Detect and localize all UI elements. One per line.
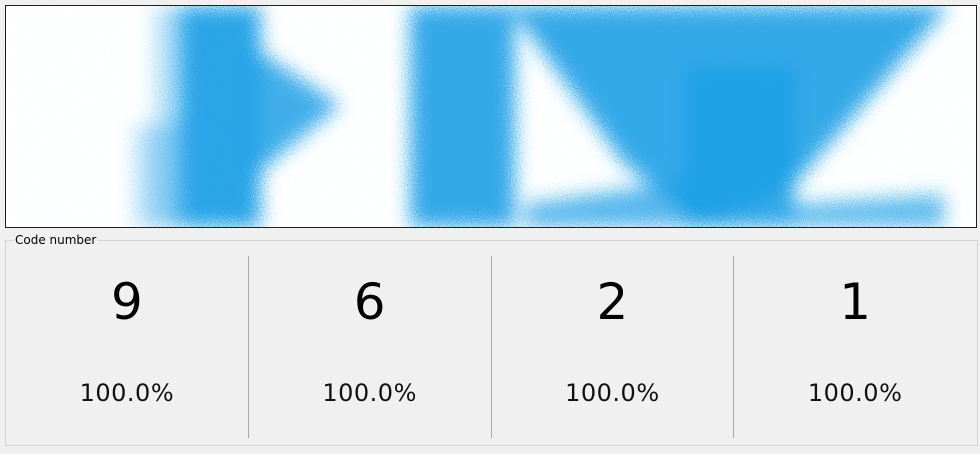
scan-picture <box>6 6 976 227</box>
result-cell: 6 100.0% <box>249 256 492 438</box>
result-cell: 1 100.0% <box>734 256 976 438</box>
scanned-code-image <box>5 5 977 228</box>
recognized-digit: 9 <box>110 273 143 331</box>
confidence-value: 100.0% <box>79 379 175 407</box>
recognized-digit: 6 <box>353 273 386 331</box>
result-cell: 9 100.0% <box>6 256 249 438</box>
recognized-digit: 1 <box>839 273 872 331</box>
confidence-value: 100.0% <box>322 379 417 407</box>
recognized-digit: 2 <box>596 273 629 331</box>
result-cell: 2 100.0% <box>492 256 735 438</box>
group-caption: Code number <box>13 233 99 247</box>
confidence-value: 100.0% <box>565 379 660 407</box>
confidence-value: 100.0% <box>807 379 903 407</box>
result-cells: 9 100.0% 6 100.0% 2 100.0% 1 100.0% <box>6 256 976 438</box>
